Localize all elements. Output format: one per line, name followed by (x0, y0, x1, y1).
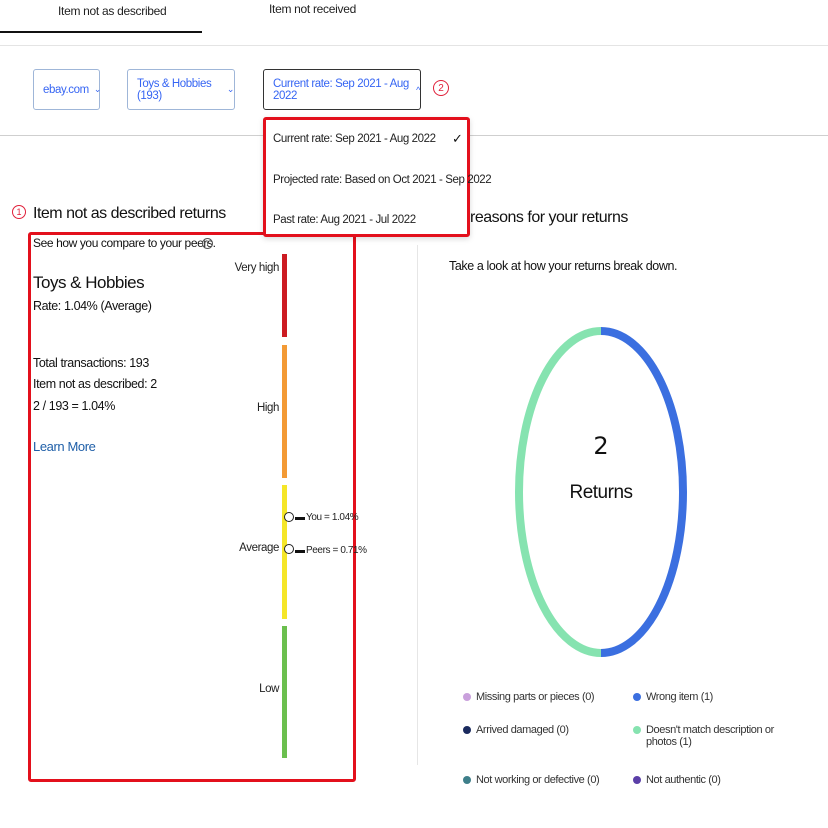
peers-text: See how you compare to your peers. (33, 236, 216, 250)
tab-item-not-as-described[interactable]: Item not as described (58, 4, 167, 18)
tab-bar: Item not as described Item not received (0, 0, 828, 46)
legend-dot (633, 726, 641, 734)
returns-total: 2 (593, 432, 609, 460)
peers-marker-line (295, 550, 305, 553)
dropdown-option-past[interactable]: Past rate: Aug 2021 - Jul 2022 (273, 214, 416, 226)
peers-marker-label: Peers = 0.71% (306, 545, 367, 556)
rate-filter-label: Current rate: Sep 2021 - Aug 2022 (273, 77, 409, 102)
category-filter-button[interactable]: Toys & Hobbies (193) ⌄ (127, 69, 235, 110)
legend-dot (463, 693, 471, 701)
rate-filter-button[interactable]: Current rate: Sep 2021 - Aug 2022 ^ (263, 69, 421, 110)
site-filter-label: ebay.com (43, 83, 89, 96)
legend-dot (633, 776, 641, 784)
legend-label: Wrong item (1) (646, 691, 713, 703)
scale-label-high: High (256, 402, 279, 414)
section-title: Item not as described returns (33, 205, 226, 222)
category-filter-label: Toys & Hobbies (193) (137, 77, 212, 102)
column-divider (417, 245, 418, 765)
legend-item: Doesn't match description or photos (1) (633, 724, 793, 748)
legend-item: Missing parts or pieces (0) (463, 691, 595, 703)
highlight-box (28, 232, 356, 782)
scale-bar-low (282, 626, 287, 758)
legend-label: Arrived damaged (0) (476, 724, 569, 736)
active-tab-indicator (0, 31, 202, 33)
legend-label: Doesn't match description or photos (1) (646, 724, 774, 748)
rate-text: Rate: 1.04% (Average) (33, 299, 152, 313)
peers-marker (284, 544, 294, 554)
chevron-up-icon: ^ (416, 84, 420, 95)
scale-label-average: Average (239, 542, 279, 554)
annotation-badge-2: 2 (433, 80, 449, 96)
legend-label: Missing parts or pieces (0) (476, 691, 595, 703)
tab-item-not-received[interactable]: Item not received (269, 2, 356, 16)
chevron-down-icon: ⌄ (226, 84, 235, 94)
legend-label: Not authentic (0) (646, 774, 721, 786)
dropdown-option-projected[interactable]: Projected rate: Based on Oct 2021 - Sep … (273, 174, 492, 186)
you-marker-label: You = 1.04% (306, 512, 359, 523)
legend-dot (633, 693, 641, 701)
reasons-subtitle: Take a look at how your returns break do… (449, 259, 678, 273)
legend-item: Not working or defective (0) (463, 774, 600, 786)
you-marker-line (295, 517, 305, 520)
chevron-down-icon: ⌄ (93, 84, 102, 94)
scale-bar-high (282, 345, 287, 478)
legend-item: Arrived damaged (0) (463, 724, 569, 736)
scale-label-very-high: Very high (234, 262, 280, 274)
legend-item: Not authentic (0) (633, 774, 721, 786)
legend-dot (463, 776, 471, 784)
legend-dot (463, 726, 471, 734)
scale-bar-very-high (282, 254, 287, 337)
check-icon: ✓ (452, 131, 463, 146)
item-not-as-described-count: Item not as described: 2 (33, 377, 157, 391)
rate-calculation: 2 / 193 = 1.04% (33, 399, 115, 413)
info-icon[interactable]: i (202, 238, 213, 249)
total-transactions: Total transactions: 193 (33, 356, 149, 370)
dropdown-option-current[interactable]: Current rate: Sep 2021 - Aug 2022 (273, 133, 436, 145)
rate-dropdown-menu: Current rate: Sep 2021 - Aug 2022 ✓ Proj… (263, 117, 492, 237)
returns-total-label: Returns (569, 482, 633, 503)
annotation-badge-1: 1 (12, 205, 26, 219)
learn-more-link[interactable]: Learn More (33, 439, 96, 454)
site-filter-button[interactable]: ebay.com ⌄ (33, 69, 102, 110)
legend-item: Wrong item (1) (633, 691, 713, 703)
category-name: Toys & Hobbies (33, 273, 145, 292)
reasons-title: reasons for your returns (470, 209, 628, 226)
scale-label-low: Low (259, 683, 279, 695)
legend-label: Not working or defective (0) (476, 774, 600, 786)
you-marker (284, 512, 294, 522)
